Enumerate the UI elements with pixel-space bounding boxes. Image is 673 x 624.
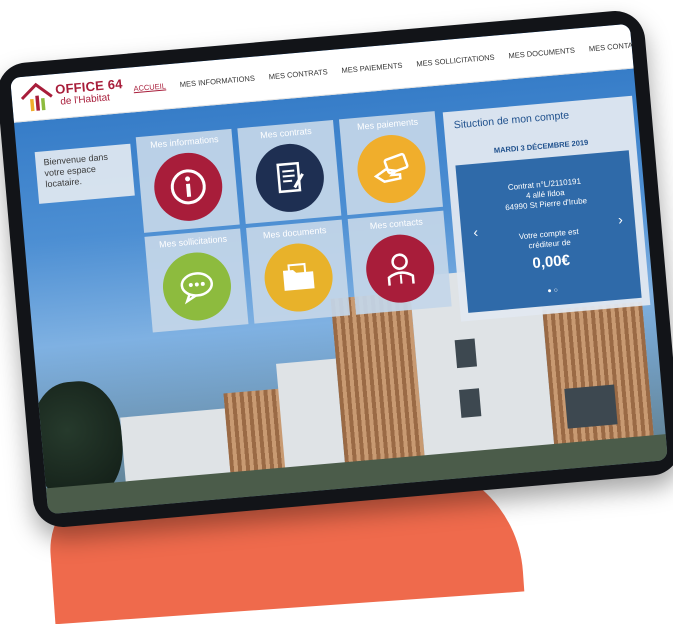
- tile-mes-informations[interactable]: Mes informations: [135, 128, 240, 233]
- office64-logo[interactable]: OFFICE 64 de l'Habitat: [19, 74, 131, 115]
- tile-mes-paiements[interactable]: Mes paiements: [338, 111, 443, 216]
- tablet-frame: OFFICE 64 de l'Habitat ACCUEIL MES INFOR…: [0, 8, 673, 530]
- account-carousel: Contrat n°L/2110191 4 allé Ildoa 64990 S…: [455, 150, 642, 313]
- wood-balcony-tower: [330, 291, 426, 469]
- main-nav: ACCUEIL MES INFORMATIONS MES CONTRATS ME…: [133, 39, 648, 93]
- tile-label: Mes documents: [262, 224, 327, 241]
- balcony-glass: [564, 384, 618, 429]
- tile-mes-contrats[interactable]: Mes contrats: [237, 119, 342, 224]
- nav-mes-sollicitations[interactable]: MES SOLLICITATIONS: [416, 53, 495, 69]
- tile-label: Mes informations: [149, 134, 219, 150]
- wood-balcony-right: [542, 301, 655, 450]
- nav-mes-contacts[interactable]: MES CONTACTS: [588, 39, 648, 53]
- tablet-screen: OFFICE 64 de l'Habitat ACCUEIL MES INFOR…: [10, 23, 668, 515]
- nav-mes-informations[interactable]: MES INFORMATIONS: [179, 74, 255, 90]
- chat-bubble-icon: [160, 249, 234, 324]
- tile-label: Mes sollicitations: [158, 233, 228, 250]
- nav-accueil[interactable]: ACCUEIL: [133, 81, 166, 93]
- person-icon: [363, 231, 438, 306]
- account-summary: Situction de mon compte MARDI 3 DÉCEMBRE…: [442, 95, 651, 322]
- tile-mes-contacts[interactable]: Mes contacts: [347, 210, 452, 315]
- house-logo-icon: [20, 82, 53, 112]
- tile-mes-documents[interactable]: Mes documents: [246, 219, 351, 324]
- building-mid-wing: [276, 358, 346, 474]
- account-title: Situction de mon compte: [453, 109, 570, 132]
- tile-label: Mes contacts: [369, 216, 424, 232]
- tile-label: Mes contrats: [259, 125, 313, 141]
- carousel-dots[interactable]: ●○: [467, 280, 641, 302]
- tile-label: Mes paiements: [356, 116, 419, 132]
- tile-mes-sollicitations[interactable]: Mes sollicitations: [144, 228, 249, 333]
- card-hand-icon: [354, 132, 429, 206]
- welcome-box: Bienvenue dans votre espace locataire.: [34, 143, 135, 204]
- window: [459, 388, 482, 418]
- folder-icon: [261, 240, 336, 315]
- window: [454, 338, 478, 369]
- nav-mes-paiements[interactable]: MES PAIEMENTS: [341, 61, 403, 75]
- nav-mes-contrats[interactable]: MES CONTRATS: [268, 67, 328, 81]
- info-icon: [151, 149, 226, 224]
- nav-mes-documents[interactable]: MES DOCUMENTS: [508, 46, 575, 61]
- document-edit-icon: [253, 141, 327, 215]
